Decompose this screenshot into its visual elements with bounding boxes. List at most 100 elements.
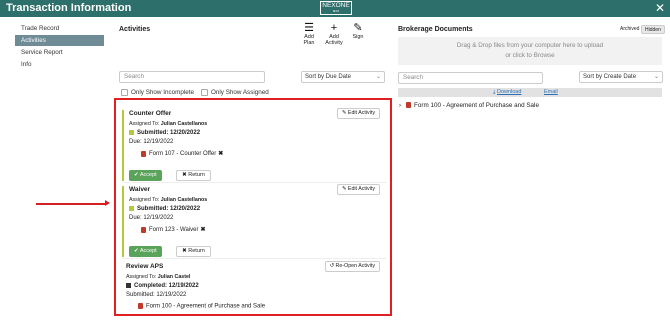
email-button[interactable]: Email [544, 88, 558, 97]
documents-sort-label: Sort by Create Date [583, 74, 637, 80]
return-button[interactable]: ✖ Return [176, 170, 211, 182]
edit-activity-button[interactable]: ✎ Edit Activity [336, 184, 380, 195]
attached-document[interactable]: Form 107 - Counter Offer ✖ [141, 150, 386, 157]
documents-search-input[interactable]: Search [398, 72, 543, 84]
dropzone-text: Drag & Drop files from your computer her… [456, 42, 604, 49]
document-name: Form 107 - Counter Offer [149, 151, 217, 158]
document-tree-item[interactable]: › Form 100 - Agreement of Purchase and Sa… [399, 102, 539, 109]
nexone-logo: NEXONE MAX [320, 1, 352, 15]
activities-search-input[interactable]: Search [119, 71, 265, 83]
logo-text: NEXONE [322, 2, 350, 9]
add-plan-label: Add Plan [303, 34, 315, 46]
activities-heading: Activities [119, 26, 151, 33]
chevron-down-icon: ⌄ [375, 74, 381, 80]
pdf-icon [138, 303, 143, 310]
card-actions: ✔ Accept ✖ Return [129, 239, 386, 258]
status-text: Submitted: 12/20/2022 [137, 130, 201, 137]
activity-list: Counter Offer ✎ Edit Activity Assigned T… [114, 98, 392, 316]
attached-document[interactable]: Form 100 - Agreement of Purchase and Sal… [138, 303, 386, 310]
document-name: Form 100 - Agreement of Purchase and Sal… [146, 303, 266, 310]
accept-label: Accept [139, 172, 157, 179]
reopen-activity-button[interactable]: ↺ Re-Open Activity [324, 261, 380, 272]
edit-activity-label: Edit Activity [347, 110, 375, 116]
status-line: Submitted: 12/20/2022 [129, 206, 386, 212]
pdf-icon [406, 102, 411, 109]
only-assigned-label: Only Show Assigned [211, 89, 269, 97]
assigned-label: Assigned To: [129, 121, 160, 127]
checkbox-box[interactable] [201, 89, 208, 96]
remove-document-icon[interactable]: ✖ [200, 227, 205, 233]
sidebar: Trade Record Activities Service Report I… [15, 23, 104, 71]
app-header: Transaction Information NEXONE MAX ✕ [0, 0, 670, 17]
only-incomplete-label: Only Show Incomplete [131, 89, 194, 97]
sign-button[interactable]: ✎ Sign [350, 22, 366, 41]
pdf-icon [141, 226, 146, 233]
add-activity-label: Add Activity [325, 34, 343, 46]
assigned-to: Assigned To: Julian Castel [126, 274, 386, 280]
status-square-icon [129, 206, 134, 211]
assignee-name: Julian Castellanos [160, 121, 208, 127]
arrow-icon [36, 200, 110, 206]
sidebar-item-service-report[interactable]: Service Report [15, 47, 104, 58]
edit-activity-button[interactable]: ✎ Edit Activity [336, 108, 380, 119]
activity-card-review-aps: Review APS ↺ Re-Open Activity Assigned T… [122, 261, 386, 310]
archived-toggle[interactable]: Archived [617, 25, 643, 34]
assignee-name: Julian Castel [157, 274, 191, 280]
assigned-label: Assigned To: [129, 197, 160, 203]
accept-label: Accept [139, 248, 157, 255]
return-button[interactable]: ✖ Return [176, 246, 211, 258]
status-text: Completed: 12/19/2022 [134, 283, 199, 290]
assigned-to: Assigned To: Julian Castellanos [129, 197, 386, 203]
return-label: Return [188, 248, 205, 255]
close-icon[interactable]: ✕ [655, 1, 665, 15]
due-date: Due: 12/19/2022 [129, 139, 174, 146]
activity-card-counter-offer: Counter Offer ✎ Edit Activity Assigned T… [122, 108, 386, 182]
remove-document-icon[interactable]: ✖ [218, 151, 223, 157]
page-title: Transaction Information [6, 2, 132, 14]
activities-sort-label: Sort by Due Date [305, 74, 352, 80]
hidden-toggle[interactable]: Hidden [641, 25, 665, 34]
browse-link[interactable]: or click to Browse [398, 51, 662, 61]
add-plan-button[interactable]: ☰ Add Plan [300, 22, 318, 47]
card-actions: ✔ Accept ✖ Return [129, 163, 386, 182]
document-name: Form 123 - Waiver [149, 227, 199, 234]
sign-label: Sign [352, 34, 364, 40]
sidebar-item-info[interactable]: Info [15, 59, 104, 70]
divider [122, 258, 386, 259]
chevron-down-icon: ⌄ [653, 74, 659, 80]
status-square-icon [129, 130, 134, 135]
documents-heading: Brokerage Documents [398, 26, 473, 33]
checkbox-box[interactable] [121, 89, 128, 96]
edit-activity-label: Edit Activity [347, 186, 375, 192]
documents-sort-select[interactable]: Sort by Create Date ⌄ [579, 71, 663, 83]
due-date: Due: 12/19/2022 [129, 215, 174, 222]
reopen-activity-label: Re-Open Activity [335, 263, 375, 269]
plus-icon: + [330, 22, 338, 34]
assignee-name: Julian Castellanos [160, 197, 208, 203]
documents-action-bar: ⤓ Download Email [398, 88, 662, 97]
accept-button[interactable]: ✔ Accept [129, 246, 162, 258]
status-text: Submitted: 12/20/2022 [137, 206, 201, 213]
activities-sort-select[interactable]: Sort by Due Date ⌄ [301, 71, 385, 83]
divider [122, 182, 386, 183]
activity-card-waiver: Waiver ✎ Edit Activity Assigned To: Juli… [122, 184, 386, 258]
list-icon: ☰ [304, 22, 314, 34]
file-dropzone[interactable]: Drag & Drop files from your computer her… [398, 37, 662, 65]
pencil-icon: ✎ [353, 22, 363, 34]
status-line: Completed: 12/19/2022 [126, 283, 386, 289]
assigned-to: Assigned To: Julian Castellanos [129, 121, 386, 127]
attached-document[interactable]: Form 123 - Waiver ✖ [141, 226, 386, 233]
chevron-right-icon[interactable]: › [399, 103, 401, 109]
sidebar-item-activities[interactable]: Activities [15, 35, 104, 46]
logo-subtext: MAX [332, 9, 340, 13]
only-assigned-checkbox[interactable]: Only Show Assigned [201, 89, 269, 96]
tree-item-label: Form 100 - Agreement of Purchase and Sal… [414, 102, 539, 109]
download-button[interactable]: ⤓ Download [493, 88, 521, 97]
add-activity-button[interactable]: + Add Activity [324, 22, 344, 47]
only-incomplete-checkbox[interactable]: Only Show Incomplete [121, 89, 194, 96]
status-line: Submitted: 12/20/2022 [129, 130, 386, 136]
assigned-label: Assigned To: [126, 274, 157, 280]
status-square-icon [126, 283, 131, 288]
accept-button[interactable]: ✔ Accept [129, 170, 162, 182]
sidebar-item-trade-record[interactable]: Trade Record [15, 23, 104, 34]
